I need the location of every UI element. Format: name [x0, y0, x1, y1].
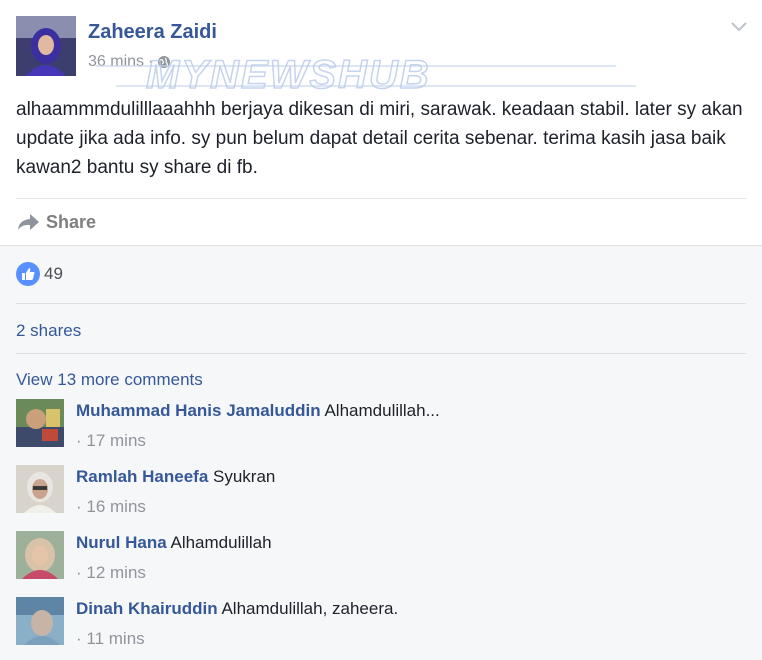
chevron-down-icon[interactable]	[730, 20, 748, 34]
comment-line: Ramlah Haneefa Syukran	[76, 467, 275, 487]
comment-line: Dinah Khairuddin Alhamdulillah, zaheera.	[76, 599, 398, 619]
share-label: Share	[46, 211, 97, 232]
watermark: MYNEWSHUB	[96, 54, 636, 98]
commenter-avatar[interactable]	[16, 399, 64, 447]
comment-line: Nurul Hana Alhamdulillah	[76, 533, 272, 553]
like-count: 49	[44, 264, 63, 283]
author-avatar[interactable]	[16, 16, 76, 76]
divider	[16, 353, 746, 354]
post-meta: 36 mins ·	[88, 53, 171, 71]
commenter-name[interactable]: Muhammad Hanis Jamaluddin	[76, 401, 321, 420]
comment-text: Alhamdulillah, zaheera.	[221, 599, 399, 618]
comment-time[interactable]: · 16 mins	[76, 497, 146, 517]
like-summary[interactable]: 49	[16, 262, 63, 286]
commenter-avatar[interactable]	[16, 465, 64, 513]
post-text: alhaammmdulilllaaahhh berjaya dikesan di…	[16, 99, 743, 178]
comment-item: Ramlah Haneefa Syukran · 16 mins	[16, 465, 746, 525]
comment-item: Dinah Khairuddin Alhamdulillah, zaheera.…	[16, 597, 746, 657]
globe-icon	[158, 56, 171, 68]
comment-text: Alhamdulillah	[170, 533, 272, 552]
comment-text: Syukran	[213, 467, 276, 486]
post-time[interactable]: 36 mins	[88, 53, 144, 71]
commenter-name[interactable]: Dinah Khairuddin	[76, 599, 218, 618]
divider	[16, 303, 746, 304]
feedback-section: 49 2 shares View 13 more comments Muhamm…	[0, 245, 762, 660]
comment-item: Nurul Hana Alhamdulillah · 12 mins	[16, 531, 746, 591]
comment-line: Muhammad Hanis Jamaluddin Alhamdulillah.…	[76, 401, 440, 421]
commenter-avatar[interactable]	[16, 531, 64, 579]
commenter-name[interactable]: Ramlah Haneefa	[76, 467, 208, 486]
commenter-avatar[interactable]	[16, 597, 64, 645]
comment-item: Muhammad Hanis Jamaluddin Alhamdulillah.…	[16, 399, 746, 459]
meta-separator: ·	[148, 53, 154, 70]
thumbs-up-icon	[16, 262, 40, 286]
divider	[16, 198, 746, 199]
comment-time[interactable]: · 17 mins	[76, 431, 146, 451]
author-name[interactable]: Zaheera Zaidi	[88, 21, 217, 44]
post-card: Zaheera Zaidi 36 mins · MYNEWSHUB alhaam…	[0, 0, 762, 245]
comment-text: Alhamdulillah...	[324, 401, 440, 420]
comment-time[interactable]: · 11 mins	[76, 629, 145, 649]
shares-link[interactable]: 2 shares	[16, 321, 81, 341]
share-button[interactable]: Share	[16, 208, 96, 236]
view-more-comments-link[interactable]: View 13 more comments	[16, 370, 203, 390]
commenter-name[interactable]: Nurul Hana	[76, 533, 167, 552]
watermark-text: MYNEWSHUB	[146, 54, 431, 97]
share-arrow-icon	[18, 214, 39, 230]
comment-time[interactable]: · 12 mins	[76, 563, 146, 583]
